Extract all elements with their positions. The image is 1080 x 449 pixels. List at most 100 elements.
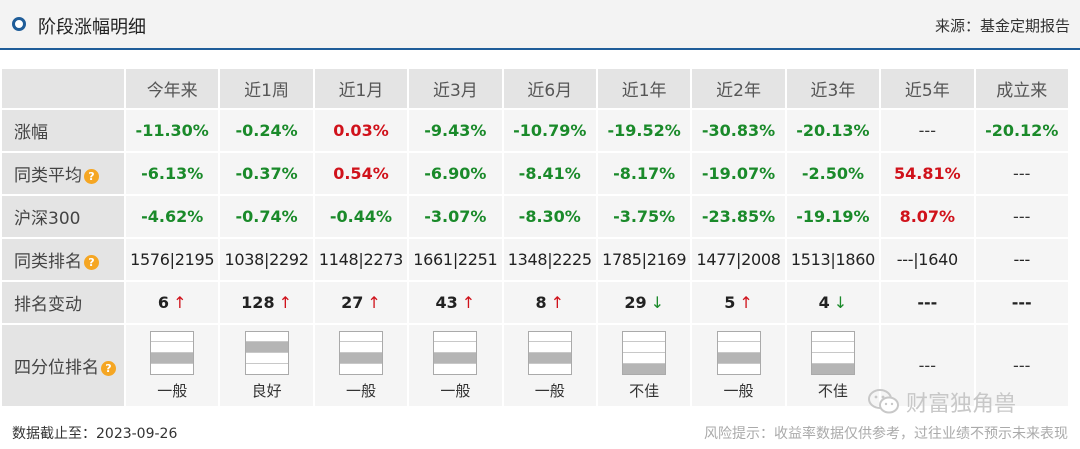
column-header: 今年来 (123, 67, 221, 110)
quartile-cell: 一般 (690, 323, 787, 408)
rank-cell: 1038|2292 (218, 237, 315, 282)
value-cell: 54.81% (879, 151, 976, 196)
rank-cell: --- (973, 237, 1070, 282)
value-cell: 0.03% (312, 108, 410, 153)
value-cell: --- (973, 194, 1070, 239)
value-cell: -30.83% (690, 108, 787, 153)
rank-change-cell: 43 ↑ (407, 280, 504, 325)
value-cell: -23.85% (690, 194, 787, 239)
rank-cell: 1513|1860 (784, 237, 882, 282)
quartile-segment (246, 364, 288, 374)
quartile-empty: --- (918, 356, 936, 375)
rank-change-value: 27 (341, 293, 364, 312)
rank-change-cell: 4 ↓ (784, 280, 882, 325)
value-cell: --- (879, 108, 976, 153)
row-label-peer-average: 同类平均? (0, 151, 126, 196)
quartile-segment (245, 353, 288, 364)
quartile-segment (717, 332, 760, 343)
quartile-segment (434, 332, 477, 343)
quartile-segment (151, 342, 194, 353)
column-header: 近5年 (879, 67, 976, 110)
quartile-indicator (622, 330, 667, 375)
help-icon[interactable]: ? (84, 168, 99, 184)
column-header: 近3月 (407, 67, 504, 110)
section-title: 阶段涨幅明细 (38, 17, 146, 38)
rank-change-cell: 29 ↓ (595, 280, 693, 325)
rank-cell: 1348|2225 (501, 237, 598, 282)
row-label-rank-change: 排名变动 (0, 280, 126, 325)
quartile-label: 良好 (251, 381, 282, 400)
rank-change-value: 8 (535, 293, 547, 312)
row-label-peer-rank: 同类排名? (0, 237, 126, 282)
quartile-label: 一般 (345, 381, 376, 400)
quartile-segment (339, 332, 382, 343)
value-cell: -19.07% (690, 151, 787, 196)
quartile-cell: 不佳 (784, 323, 882, 408)
quartile-cell: 一般 (501, 323, 598, 408)
rank-change-cell: 128 ↑ (218, 280, 315, 325)
help-icon[interactable]: ? (84, 254, 99, 270)
quartile-label: 不佳 (817, 381, 848, 400)
quartile-segment (151, 353, 194, 364)
rank-change-cell: 8 ↑ (501, 280, 598, 325)
quartile-segment (623, 363, 666, 374)
column-header: 近6月 (501, 67, 598, 110)
column-header: 近1周 (218, 67, 315, 110)
table-row-peer-rank: 同类排名? 1576|2195 1038|2292 1148|2273 1661|22… (0, 237, 1070, 282)
value-cell: -8.17% (595, 151, 693, 196)
value-cell: -19.19% (784, 194, 882, 239)
data-date: 数据截止至：2023-09-26 (12, 426, 178, 442)
rank-change-value: 128 (241, 293, 275, 312)
value-cell: -10.79% (501, 108, 598, 153)
arrow-down-icon: ↓ (833, 293, 848, 312)
quartile-segment (434, 364, 476, 374)
quartile-indicator (716, 330, 761, 375)
quartile-segment (339, 342, 382, 353)
quartile-segment (245, 332, 288, 343)
quartile-cell: 一般 (312, 323, 410, 408)
quartile-indicator (810, 330, 855, 375)
value-cell: -6.90% (407, 151, 504, 196)
rank-change-value: 5 (724, 293, 736, 312)
rank-change-value: --- (917, 293, 938, 312)
source-label: 来源：基金定期报告 (934, 17, 1070, 35)
rank-change-cell: 5 ↑ (690, 280, 787, 325)
quartile-label: 一般 (723, 381, 754, 400)
risk-notice: 风险提示：收益率数据仅供参考，过往业绩不预示未来表现 (704, 426, 1068, 442)
quartile-segment (811, 353, 854, 364)
table-row-gain: 涨幅 -11.30% -0.24% 0.03% -9.43% -10.79% -19.52… (0, 108, 1070, 153)
rank-cell: 1477|2008 (690, 237, 787, 282)
quartile-segment (811, 332, 854, 343)
column-header: 成立来 (973, 67, 1070, 110)
performance-table: 今年来 近1周 近1月 近3月 近6月 近1年 近2年 近3年 近5年 成立来 涨幅 -11.30… (0, 67, 1070, 408)
section-header: 阶段涨幅明细 来源：基金定期报告 (0, 0, 1080, 50)
value-cell: -9.43% (407, 108, 504, 153)
quartile-segment (528, 353, 571, 364)
quartile-segment (151, 364, 193, 374)
quartile-segment (245, 342, 288, 353)
rank-change-value: 43 (435, 293, 458, 312)
row-label-quartile-text: 四分位排名 (14, 358, 99, 378)
rank-cell: 1148|2273 (312, 237, 410, 282)
value-cell: -3.75% (595, 194, 693, 239)
quartile-indicator (433, 330, 478, 375)
table-row-peer-average: 同类平均? -6.13% -0.37% 0.54% -6.90% -8.41% -8.17… (0, 151, 1070, 196)
value-cell: -2.50% (784, 151, 882, 196)
value-cell: -20.12% (973, 108, 1070, 153)
column-header: 近1年 (595, 67, 693, 110)
value-cell: -0.37% (218, 151, 315, 196)
value-cell: --- (973, 151, 1070, 196)
quartile-segment (717, 342, 760, 353)
quartile-label: 一般 (534, 381, 565, 400)
quartile-segment (623, 332, 666, 343)
quartile-indicator (244, 330, 289, 375)
section-bullet-icon (12, 17, 26, 31)
quartile-segment (811, 363, 854, 374)
value-cell: -8.41% (501, 151, 598, 196)
arrow-up-icon: ↑ (278, 293, 292, 312)
help-icon[interactable]: ? (101, 360, 116, 376)
quartile-cell: 一般 (123, 323, 221, 408)
quartile-indicator (338, 330, 383, 375)
column-header: 近3年 (784, 67, 882, 110)
rank-change-value: 29 (624, 293, 647, 312)
